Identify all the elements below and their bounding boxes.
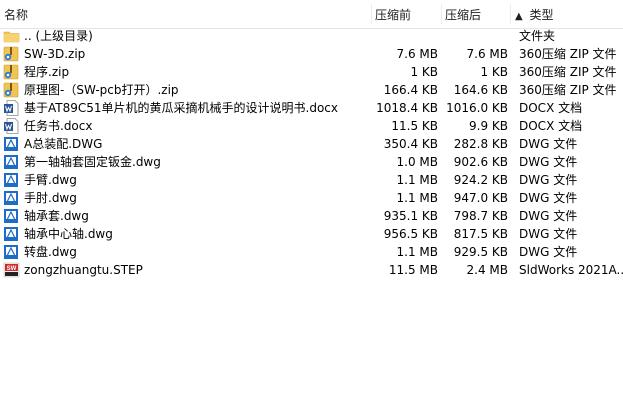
file-size: 929.5 KB <box>453 245 508 259</box>
column-size-header[interactable]: 压缩后 <box>445 7 481 23</box>
file-packed-size: 1.0 MB <box>396 155 438 169</box>
file-type: DOCX 文档 <box>519 119 583 133</box>
file-type: DWG 文件 <box>519 209 578 223</box>
file-packed-size: 166.4 KB <box>383 83 438 97</box>
file-type: DWG 文件 <box>519 173 578 187</box>
file-row[interactable]: 手肘.dwg 1.1 MB 947.0 KB DWG 文件 <box>0 189 623 207</box>
dwg-file-icon <box>3 172 20 188</box>
file-size: 798.7 KB <box>453 209 508 223</box>
file-size: 1 KB <box>480 65 508 79</box>
dwg-file-icon <box>3 136 20 152</box>
file-size: 1016.0 KB <box>446 101 508 115</box>
file-row[interactable]: 轴承中心轴.dwg 956.5 KB 817.5 KB DWG 文件 <box>0 225 623 243</box>
file-type: 360压缩 ZIP 文件 <box>519 65 617 79</box>
file-row[interactable]: A总装配.DWG 350.4 KB 282.8 KB DWG 文件 <box>0 135 623 153</box>
file-size: 9.9 KB <box>469 119 508 133</box>
file-packed-size: 1.1 MB <box>396 245 438 259</box>
file-name: zongzhuangtu.STEP <box>24 263 143 277</box>
file-name: 手臂.dwg <box>24 173 77 187</box>
column-divider[interactable] <box>371 4 372 24</box>
folder-up-icon <box>3 28 20 44</box>
file-packed-size: 1.1 MB <box>396 191 438 205</box>
file-row[interactable]: 基于AT89C51单片机的黄瓜采摘机械手的设计说明书.docx 1018.4 KB… <box>0 99 623 117</box>
file-type: 360压缩 ZIP 文件 <box>519 83 617 97</box>
column-packed-header[interactable]: 压缩前 <box>375 7 411 23</box>
file-packed-size: 1.1 MB <box>396 173 438 187</box>
column-divider[interactable] <box>441 4 442 24</box>
column-header: 名称 压缩前 压缩后 ▲ 类型 <box>0 0 623 29</box>
dwg-file-icon <box>3 154 20 170</box>
file-name: 程序.zip <box>24 65 70 79</box>
column-name-header[interactable]: 名称 <box>4 7 28 23</box>
file-packed-size: 11.5 KB <box>391 119 438 133</box>
file-name: SW-3D.zip <box>24 47 86 61</box>
file-packed-size: 11.5 MB <box>388 263 438 277</box>
file-type: DWG 文件 <box>519 155 578 169</box>
file-name: 任务书.docx <box>24 119 93 133</box>
file-row[interactable]: 程序.zip 1 KB 1 KB 360压缩 ZIP 文件 <box>0 63 623 81</box>
file-packed-size: 7.6 MB <box>396 47 438 61</box>
dwg-file-icon <box>3 208 20 224</box>
file-row[interactable]: 第一轴轴套固定钣金.dwg 1.0 MB 902.6 KB DWG 文件 <box>0 153 623 171</box>
file-name: 轴承套.dwg <box>24 209 89 223</box>
file-name: 转盘.dwg <box>24 245 77 259</box>
file-size: 902.6 KB <box>453 155 508 169</box>
file-size: 924.2 KB <box>453 173 508 187</box>
file-row[interactable]: 手臂.dwg 1.1 MB 924.2 KB DWG 文件 <box>0 171 623 189</box>
file-packed-size: 956.5 KB <box>383 227 438 241</box>
file-row[interactable]: SW zongzhuangtu.STEP 11.5 MB 2.4 MB SldWorks… <box>0 261 623 279</box>
sort-ascending-icon: ▲ <box>515 11 523 22</box>
docx-document-icon <box>3 118 20 134</box>
zip-archive-icon <box>3 64 20 80</box>
docx-document-icon <box>3 100 20 116</box>
file-name: 第一轴轴套固定钣金.dwg <box>24 155 161 169</box>
file-row[interactable]: SW-3D.zip 7.6 MB 7.6 MB 360压缩 ZIP 文件 <box>0 45 623 63</box>
svg-text:SW: SW <box>7 266 17 272</box>
column-divider[interactable] <box>510 4 511 24</box>
file-name: 手肘.dwg <box>24 191 77 205</box>
file-size: 164.6 KB <box>453 83 508 97</box>
file-type: DOCX 文档 <box>519 101 583 115</box>
dwg-file-icon <box>3 226 20 242</box>
file-name: 基于AT89C51单片机的黄瓜采摘机械手的设计说明书.docx <box>24 101 338 115</box>
file-row[interactable]: 轴承套.dwg 935.1 KB 798.7 KB DWG 文件 <box>0 207 623 225</box>
file-packed-size: 935.1 KB <box>383 209 438 223</box>
file-size: 7.6 MB <box>466 47 508 61</box>
file-type: 文件夹 <box>519 29 556 43</box>
zip-archive-icon <box>3 46 20 62</box>
file-type: DWG 文件 <box>519 191 578 205</box>
dwg-file-icon <box>3 190 20 206</box>
file-row[interactable]: .. (上级目录) 文件夹 <box>0 27 623 45</box>
file-size: 947.0 KB <box>453 191 508 205</box>
file-type: 360压缩 ZIP 文件 <box>519 47 617 61</box>
file-name: 轴承中心轴.dwg <box>24 227 113 241</box>
file-name: A总装配.DWG <box>24 137 103 151</box>
file-packed-size: 1 KB <box>410 65 438 79</box>
file-size: 282.8 KB <box>453 137 508 151</box>
file-packed-size: 1018.4 KB <box>376 101 438 115</box>
file-list: .. (上级目录) 文件夹 SW-3D.zip 7.6 MB 7.6 MB 360压缩 Z… <box>0 27 623 279</box>
file-name: .. (上级目录) <box>24 29 93 43</box>
file-type: DWG 文件 <box>519 227 578 241</box>
zip-archive-icon <box>3 82 20 98</box>
column-type-label: 类型 <box>529 8 554 22</box>
file-row[interactable]: 转盘.dwg 1.1 MB 929.5 KB DWG 文件 <box>0 243 623 261</box>
file-type: SldWorks 2021A... <box>519 263 623 277</box>
file-row[interactable]: 原理图-（SW-pcb打开）.zip 166.4 KB 164.6 KB 360压缩 … <box>0 81 623 99</box>
dwg-file-icon <box>3 244 20 260</box>
file-type: DWG 文件 <box>519 137 578 151</box>
file-packed-size: 350.4 KB <box>383 137 438 151</box>
column-type-header[interactable]: ▲ 类型 <box>515 7 554 23</box>
file-size: 2.4 MB <box>466 263 508 277</box>
step-solidworks-icon: SW <box>3 262 20 278</box>
file-type: DWG 文件 <box>519 245 578 259</box>
file-row[interactable]: 任务书.docx 11.5 KB 9.9 KB DOCX 文档 <box>0 117 623 135</box>
file-name: 原理图-（SW-pcb打开）.zip <box>24 83 179 97</box>
file-size: 817.5 KB <box>453 227 508 241</box>
